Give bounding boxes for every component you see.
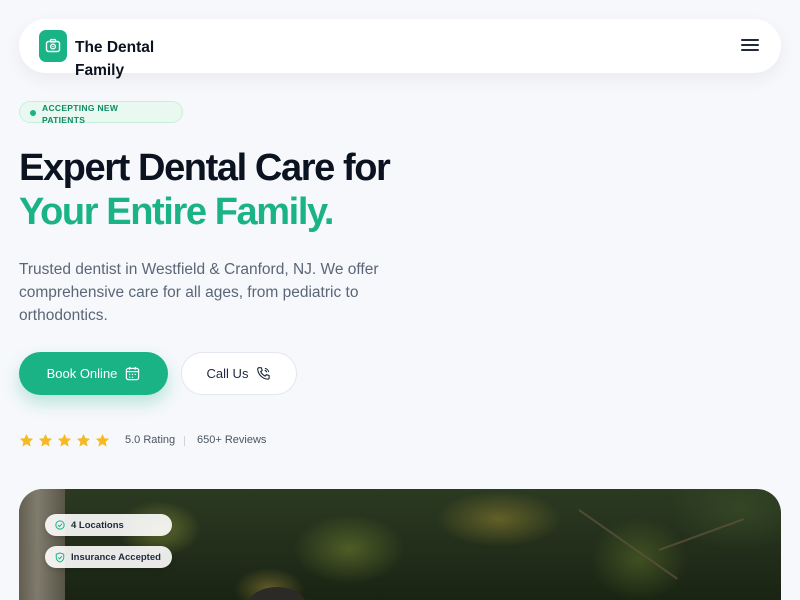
- hamburger-menu-icon[interactable]: [741, 36, 759, 54]
- badge-text: ACCEPTING NEW PATIENTS: [42, 103, 119, 125]
- status-dot-icon: [30, 110, 36, 116]
- logo-text[interactable]: The Dental Family: [75, 36, 175, 82]
- camera-icon[interactable]: [39, 30, 67, 62]
- insurance-text: Insurance Accepted: [71, 551, 161, 563]
- reviews-text: 650+ Reviews: [197, 434, 267, 446]
- branch-image: [578, 509, 678, 580]
- call-us-label: Call Us: [206, 366, 249, 381]
- phone-icon: [257, 367, 271, 380]
- star-icon: [57, 433, 72, 447]
- check-circle-icon: [55, 520, 65, 530]
- star-icon: [38, 433, 53, 447]
- tree-trunk-image: [19, 489, 65, 600]
- headline-line-1: Expert Dental Care for: [19, 147, 391, 189]
- book-online-label: Book Online: [46, 366, 118, 381]
- rating-row: 5.0 Rating 650+ Reviews: [19, 432, 319, 450]
- star-icon: [95, 433, 110, 447]
- accepting-patients-badge: ACCEPTING NEW PATIENTS: [19, 101, 183, 125]
- site-header: The Dental Family: [19, 19, 781, 79]
- locations-text: 4 Locations: [71, 519, 124, 531]
- star-rating: [19, 433, 110, 448]
- rating-text: 5.0 Rating: [125, 434, 176, 446]
- hero-subtext: Trusted dentist in Westfield & Cranford,…: [19, 261, 379, 324]
- call-us-button[interactable]: Call Us: [181, 352, 297, 395]
- page: The Dental Family ACCEPTING NEW PATIENTS…: [0, 0, 800, 600]
- calendar-icon: [126, 366, 140, 381]
- hero-image: 4 Locations Insurance Accepted: [19, 489, 781, 600]
- divider: [184, 436, 185, 446]
- hero-headline: Expert Dental Care for Your Entire Famil…: [19, 146, 439, 234]
- book-online-button[interactable]: Book Online: [19, 352, 168, 395]
- branch-image: [658, 518, 744, 551]
- star-icon: [19, 433, 34, 447]
- person-hair-image: [247, 587, 307, 600]
- locations-chip: 4 Locations: [45, 514, 172, 536]
- headline-line-2: Your Entire Family.: [19, 191, 334, 233]
- shield-check-icon: [55, 551, 65, 563]
- star-icon: [76, 433, 91, 447]
- insurance-chip: Insurance Accepted: [45, 546, 172, 568]
